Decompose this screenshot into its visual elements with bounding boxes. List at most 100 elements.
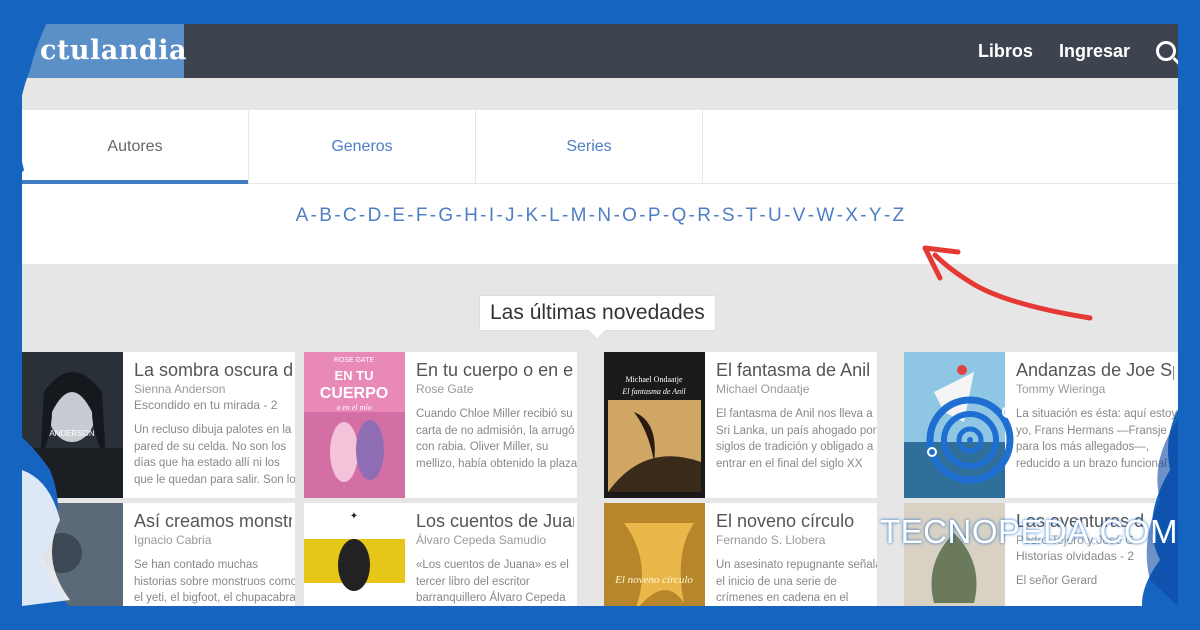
- book-cover[interactable]: Michael Ondaatje El fantasma de Anil: [604, 352, 705, 498]
- book-author[interactable]: Fernando S. Llobera: [716, 533, 874, 547]
- letter-j[interactable]: J: [505, 205, 515, 226]
- letter-i[interactable]: I: [489, 205, 495, 226]
- letter-g[interactable]: G: [438, 205, 453, 226]
- book-cover[interactable]: ROSE GATE EN TU CUERPO o en el mío: [304, 352, 405, 498]
- letter-t[interactable]: T: [745, 205, 757, 226]
- book-author[interactable]: Ignacio Cabria: [134, 533, 292, 547]
- letter-separator: -: [383, 205, 391, 226]
- letter-separator: -: [860, 205, 867, 226]
- letter-separator: -: [407, 205, 414, 226]
- letter-p[interactable]: P: [648, 205, 661, 226]
- book-description: Se han contado muchas historias sobre mo…: [134, 559, 295, 604]
- svg-text:✦: ✦: [350, 511, 358, 522]
- letter-separator: -: [759, 205, 767, 226]
- book-title[interactable]: Andanzas de Joe Sp: [1016, 360, 1174, 381]
- alphabet-index: A-B-C-D-E-F-G-H-I-J-K-L-M-N-O-P-Q-R-S-T-…: [22, 205, 1178, 227]
- book-author[interactable]: Michael Ondaatje: [716, 382, 874, 396]
- tab-series[interactable]: Series: [476, 110, 703, 183]
- letter-r[interactable]: R: [697, 205, 711, 226]
- book-description: Cuando Chloe Miller recibió su carta de …: [416, 408, 577, 470]
- book-title[interactable]: La sombra oscura de: [134, 360, 292, 381]
- letter-separator: -: [480, 205, 487, 226]
- letter-separator: -: [334, 205, 341, 226]
- book-title[interactable]: Así creamos monstr: [134, 511, 292, 532]
- browse-tabs: Autores Generos Series: [22, 110, 1178, 184]
- letter-separator: -: [310, 205, 318, 226]
- book-title[interactable]: En tu cuerpo o en el m: [416, 360, 574, 381]
- cover-author-text: ANDERSON: [49, 429, 95, 438]
- book-card[interactable]: El noveno círculo El noveno círculo Fern…: [604, 503, 877, 606]
- svg-text:EN TU: EN TU: [335, 368, 374, 383]
- browse-panel: Autores Generos Series A-B-C-D-E-F-G-H-I…: [22, 110, 1178, 264]
- book-author[interactable]: Álvaro Cepeda Samudio: [416, 533, 574, 547]
- letter-w[interactable]: W: [816, 205, 834, 226]
- letter-h[interactable]: H: [464, 205, 478, 226]
- site-logo[interactable]: ctulandia: [22, 24, 187, 78]
- letter-u[interactable]: U: [768, 205, 782, 226]
- letter-separator: -: [455, 205, 463, 226]
- letter-s[interactable]: S: [722, 205, 735, 226]
- search-icon[interactable]: [1156, 41, 1176, 61]
- cover-author-text: Michael Ondaatje: [625, 375, 683, 384]
- book-author[interactable]: Rose Gate: [416, 382, 574, 396]
- svg-text:CUERPO: CUERPO: [320, 385, 388, 402]
- letter-k[interactable]: K: [526, 205, 539, 226]
- letter-separator: -: [358, 205, 366, 226]
- nav-ingresar[interactable]: Ingresar: [1059, 41, 1130, 62]
- cover-art: Michael Ondaatje El fantasma de Anil: [604, 352, 705, 498]
- letter-separator: -: [736, 205, 744, 226]
- letter-q[interactable]: Q: [671, 205, 686, 226]
- book-cover[interactable]: [22, 503, 123, 606]
- letter-f[interactable]: F: [416, 205, 428, 226]
- letter-m[interactable]: M: [571, 205, 587, 226]
- cover-title-text: El noveno círculo: [614, 574, 693, 586]
- cover-art: ROSE GATE EN TU CUERPO o en el mío: [304, 352, 405, 498]
- letter-separator: -: [713, 205, 720, 226]
- letter-v[interactable]: V: [793, 205, 806, 226]
- letter-a[interactable]: A: [296, 205, 309, 226]
- letter-separator: -: [540, 205, 548, 226]
- tab-autores[interactable]: Autores: [22, 110, 249, 184]
- letter-separator: -: [562, 205, 569, 226]
- letter-separator: -: [883, 205, 891, 226]
- book-cover[interactable]: El noveno círculo: [604, 503, 705, 606]
- book-author[interactable]: Sienna Anderson: [134, 382, 292, 396]
- cover-art: ANDERSON: [22, 352, 123, 498]
- letter-n[interactable]: N: [597, 205, 611, 226]
- book-title[interactable]: Los cuentos de Juana: [416, 511, 574, 532]
- letter-b[interactable]: B: [319, 205, 332, 226]
- book-title[interactable]: El noveno círculo: [716, 511, 874, 532]
- book-card[interactable]: Michael Ondaatje El fantasma de Anil El …: [604, 352, 877, 498]
- nav-libros[interactable]: Libros: [978, 41, 1033, 62]
- book-description: Un recluso dibuja palotes en la pared de…: [134, 424, 295, 486]
- letter-x[interactable]: X: [845, 205, 858, 226]
- letter-c[interactable]: C: [343, 205, 357, 226]
- book-author[interactable]: Tommy Wieringa: [1016, 382, 1174, 396]
- letter-separator: -: [639, 205, 646, 226]
- letter-separator: -: [429, 205, 437, 226]
- book-card[interactable]: Así creamos monstr Ignacio Cabria Se han…: [22, 503, 295, 606]
- book-card[interactable]: ANDERSON La sombra oscura de Sienna Ande…: [22, 352, 295, 498]
- letter-separator: -: [516, 205, 524, 226]
- letter-e[interactable]: E: [392, 205, 405, 226]
- book-series[interactable]: Escondido en tu mirada - 2: [134, 398, 292, 412]
- letter-z[interactable]: Z: [892, 205, 904, 226]
- book-card[interactable]: ✦ Los cuentos de Juana Álvaro Cepeda Sam…: [304, 503, 577, 606]
- book-description: «Los cuentos de Juana» es el tercer libr…: [416, 559, 569, 604]
- top-navbar: ctulandia Libros Ingresar: [22, 24, 1178, 78]
- cover-art: [22, 503, 123, 606]
- book-cover[interactable]: ✦: [304, 503, 405, 606]
- book-cover[interactable]: ANDERSON: [22, 352, 123, 498]
- book-series[interactable]: Historias olvidadas - 2: [1016, 549, 1174, 563]
- letter-o[interactable]: O: [622, 205, 637, 226]
- book-title[interactable]: El fantasma de Anil: [716, 360, 874, 381]
- letter-l[interactable]: L: [549, 205, 560, 226]
- cover-author-text: ROSE GATE: [334, 357, 375, 364]
- book-description: El fantasma de Anil nos lleva a Sri Lank…: [716, 408, 877, 470]
- letter-d[interactable]: D: [368, 205, 382, 226]
- tab-generos[interactable]: Generos: [249, 110, 476, 183]
- book-card[interactable]: ROSE GATE EN TU CUERPO o en el mío En tu…: [304, 352, 577, 498]
- letter-separator: -: [662, 205, 670, 226]
- letter-separator: -: [807, 205, 815, 226]
- letter-y[interactable]: Y: [869, 205, 882, 226]
